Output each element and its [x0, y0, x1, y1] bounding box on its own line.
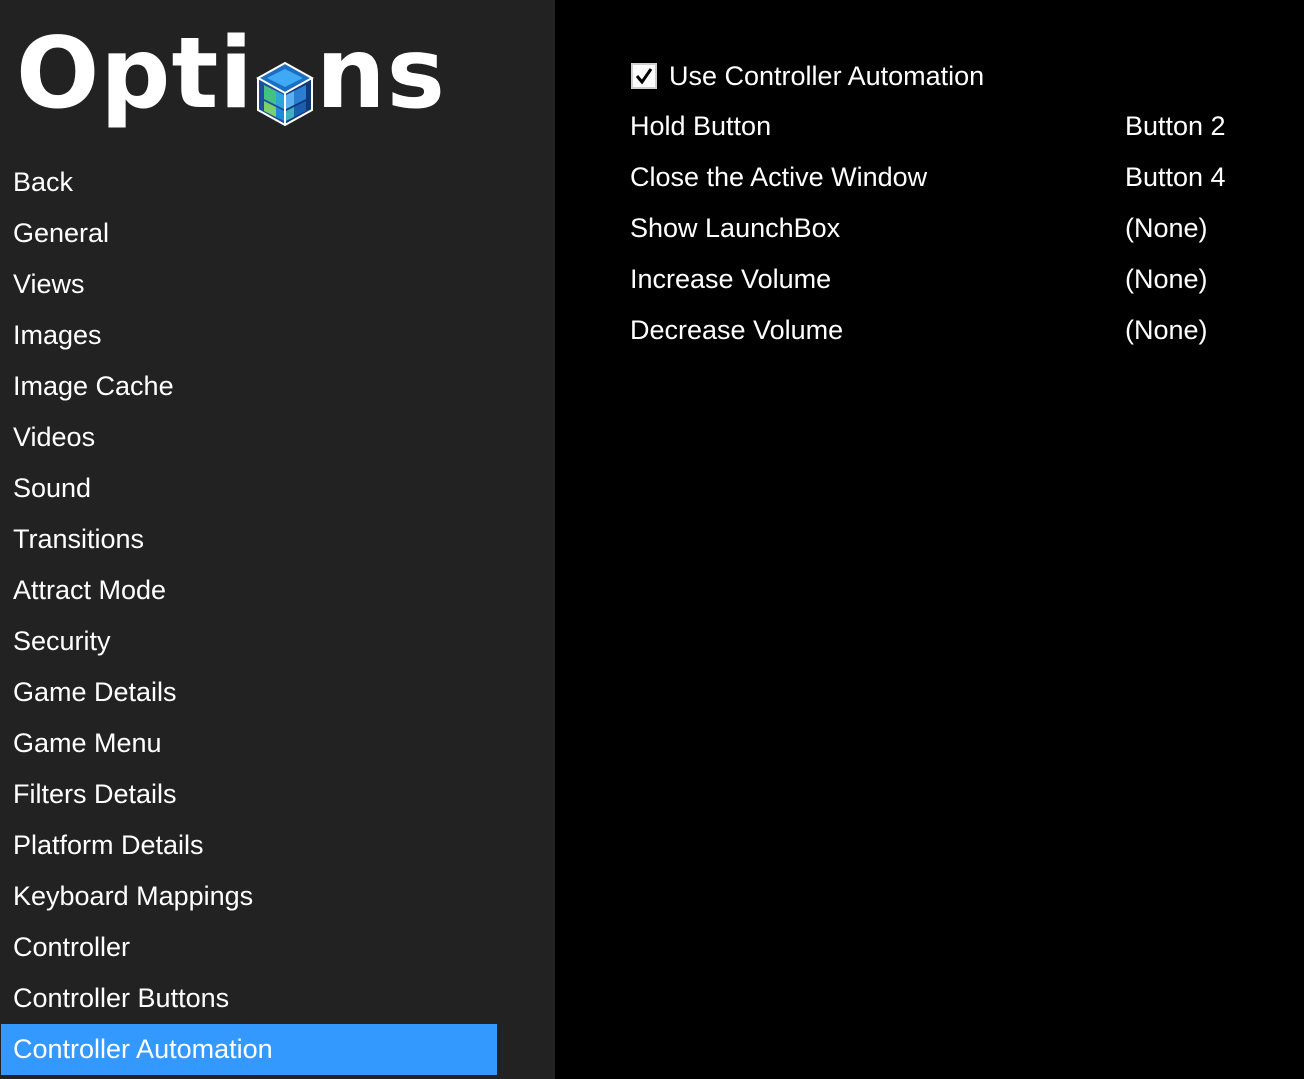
checkbox-label: Use Controller Automation — [669, 60, 985, 91]
sidebar: Opti ns Back General Views Images Image … — [0, 0, 555, 1079]
mapping-value[interactable]: (None) — [1125, 254, 1208, 305]
automation-mappings: Hold Button Button 2 Close the Active Wind… — [630, 101, 1270, 356]
sidebar-item-videos[interactable]: Videos — [1, 412, 497, 463]
mapping-row-decrease-volume[interactable]: Decrease Volume (None) — [630, 305, 1270, 356]
sidebar-nav: Back General Views Images Image Cache Videos S… — [0, 157, 555, 1075]
checkmark-icon — [635, 68, 653, 85]
sidebar-item-image-cache[interactable]: Image Cache — [1, 361, 497, 412]
sidebar-item-keyboard-mappings[interactable]: Keyboard Mappings — [1, 871, 497, 922]
mapping-label: Increase Volume — [630, 264, 832, 294]
title-text-end: ns — [315, 17, 447, 131]
sidebar-item-security[interactable]: Security — [1, 616, 497, 667]
sidebar-item-game-details[interactable]: Game Details — [1, 667, 497, 718]
sidebar-item-controller-automation[interactable]: Controller Automation — [1, 1024, 497, 1075]
sidebar-item-filters-details[interactable]: Filters Details — [1, 769, 497, 820]
title-text-start: Opti — [16, 17, 254, 131]
mapping-label: Show LaunchBox — [630, 213, 841, 243]
sidebar-item-sound[interactable]: Sound — [1, 463, 497, 514]
sidebar-item-game-menu[interactable]: Game Menu — [1, 718, 497, 769]
mapping-label: Decrease Volume — [630, 315, 844, 345]
mapping-value[interactable]: (None) — [1125, 203, 1208, 254]
sidebar-item-controller[interactable]: Controller — [1, 922, 497, 973]
mapping-label: Close the Active Window — [630, 162, 928, 192]
sidebar-item-back[interactable]: Back — [1, 157, 497, 208]
checkbox[interactable] — [631, 63, 657, 89]
sidebar-item-general[interactable]: General — [1, 208, 497, 259]
sidebar-item-views[interactable]: Views — [1, 259, 497, 310]
options-screen: Opti ns Back General Views Images Image … — [0, 0, 1304, 1079]
mapping-value[interactable]: (None) — [1125, 305, 1208, 356]
mapping-row-hold-button[interactable]: Hold Button Button 2 — [630, 101, 1270, 152]
mapping-value[interactable]: Button 2 — [1125, 101, 1226, 152]
sidebar-item-transitions[interactable]: Transitions — [1, 514, 497, 565]
sidebar-item-images[interactable]: Images — [1, 310, 497, 361]
mapping-row-close-the-active-window[interactable]: Close the Active Window Button 4 — [630, 152, 1270, 203]
use-controller-automation-toggle[interactable]: Use Controller Automation — [631, 56, 984, 96]
sidebar-item-attract-mode[interactable]: Attract Mode — [1, 565, 497, 616]
main-content: Use Controller Automation Hold Button But… — [555, 0, 1304, 1079]
sidebar-item-controller-buttons[interactable]: Controller Buttons — [1, 973, 497, 1024]
launchbox-cube-icon — [255, 45, 314, 127]
mapping-row-increase-volume[interactable]: Increase Volume (None) — [630, 254, 1270, 305]
mapping-label: Hold Button — [630, 111, 772, 141]
sidebar-item-platform-details[interactable]: Platform Details — [1, 820, 497, 871]
mapping-value[interactable]: Button 4 — [1125, 152, 1226, 203]
mapping-row-show-launchbox[interactable]: Show LaunchBox (None) — [630, 203, 1270, 254]
page-title: Opti ns — [16, 14, 446, 134]
